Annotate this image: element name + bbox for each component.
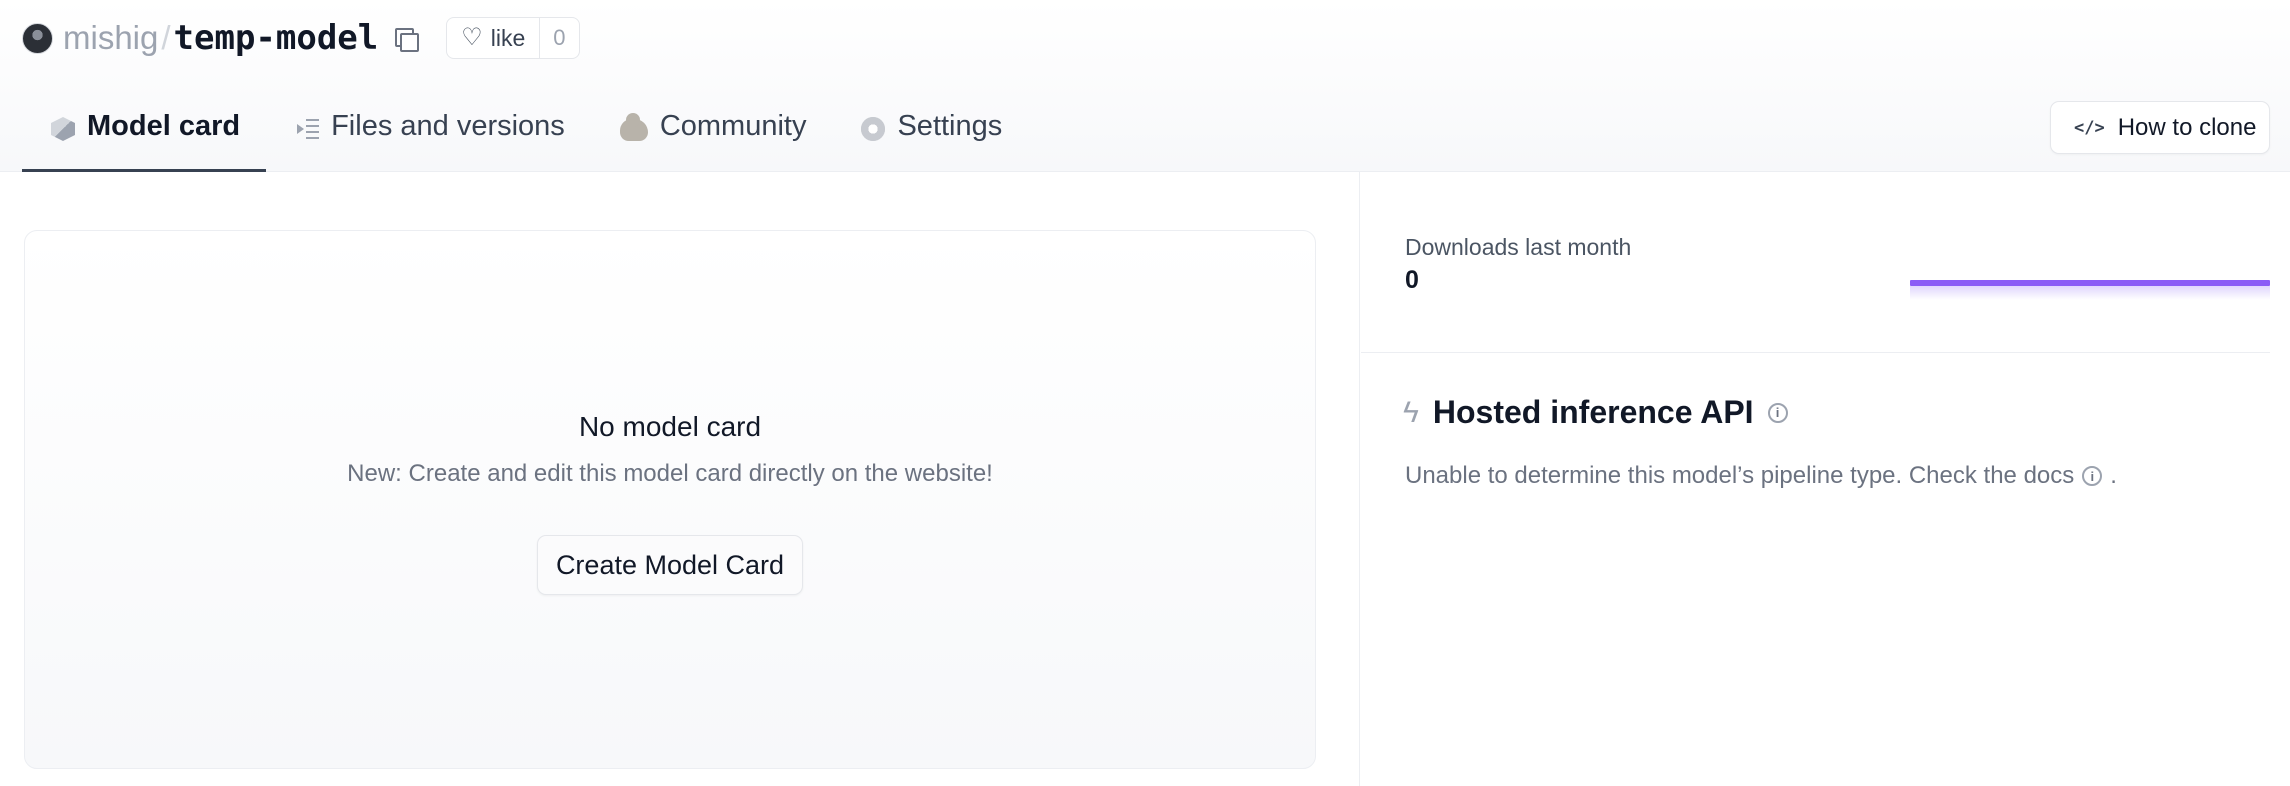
sparkline-fill (1910, 286, 2270, 300)
tab-label: Settings (897, 110, 1003, 142)
like-label: like (490, 24, 526, 51)
create-model-card-button[interactable]: Create Model Card (537, 535, 803, 595)
tab-model-card[interactable]: Model card (22, 98, 267, 172)
tab-community[interactable]: Community (591, 98, 833, 172)
repo-title-row: mishig / temp-model ♡ like 0 (22, 17, 580, 59)
tab-label: Files and versions (331, 110, 565, 142)
downloads-value: 0 (1405, 266, 1419, 294)
model-card-panel: No model card New: Create and edit this … (24, 230, 1316, 769)
like-button[interactable]: ♡ like 0 (446, 17, 580, 59)
clone-label: How to clone (2117, 113, 2257, 141)
copy-icon[interactable] (392, 25, 420, 52)
inference-api-message: Unable to determine this model’s pipelin… (1405, 462, 2117, 490)
cube-icon (51, 117, 75, 141)
info-icon[interactable]: i (1767, 402, 1788, 423)
files-icon (295, 117, 320, 141)
repo-header: mishig / temp-model ♡ like 0 Model card … (0, 0, 2290, 172)
repo-name-link[interactable]: temp-model (174, 18, 379, 58)
sidebar-divider (1361, 352, 2270, 353)
how-to-clone-button[interactable]: </> How to clone (2050, 101, 2270, 154)
repo-owner-link[interactable]: mishig (63, 19, 158, 57)
downloads-label: Downloads last month (1405, 234, 1632, 260)
path-separator: / (161, 19, 171, 56)
model-page: mishig / temp-model ♡ like 0 Model card … (0, 0, 2290, 786)
model-card-title: No model card (578, 411, 762, 442)
gear-icon (858, 114, 889, 144)
tab-label: Model card (87, 110, 241, 142)
inference-message-end: . (2110, 462, 2117, 489)
repo-tabs: Model card Files and versions Community … (22, 98, 1028, 172)
code-icon: </> (2074, 117, 2105, 138)
tab-settings[interactable]: Settings (832, 98, 1028, 172)
column-divider (1359, 172, 1360, 786)
docs-info-icon[interactable]: i (2082, 466, 2103, 486)
like-count[interactable]: 0 (539, 18, 578, 58)
tab-label: Community (659, 110, 807, 142)
like-toggle[interactable]: ♡ like (447, 18, 539, 58)
inference-message-text: Unable to determine this model’s pipelin… (1405, 462, 2075, 489)
downloads-sparkline (1910, 278, 2270, 302)
inference-api-title: Hosted inference API (1432, 394, 1754, 430)
model-card-subtitle: New: Create and edit this model card dir… (347, 460, 993, 487)
heart-icon: ♡ (461, 24, 483, 51)
lightning-icon: ϟ (1403, 395, 1419, 429)
inference-api-header: ϟ Hosted inference API i (1403, 394, 1788, 431)
tab-files-and-versions[interactable]: Files and versions (266, 98, 591, 172)
avatar[interactable] (22, 22, 53, 54)
community-icon (619, 113, 648, 141)
